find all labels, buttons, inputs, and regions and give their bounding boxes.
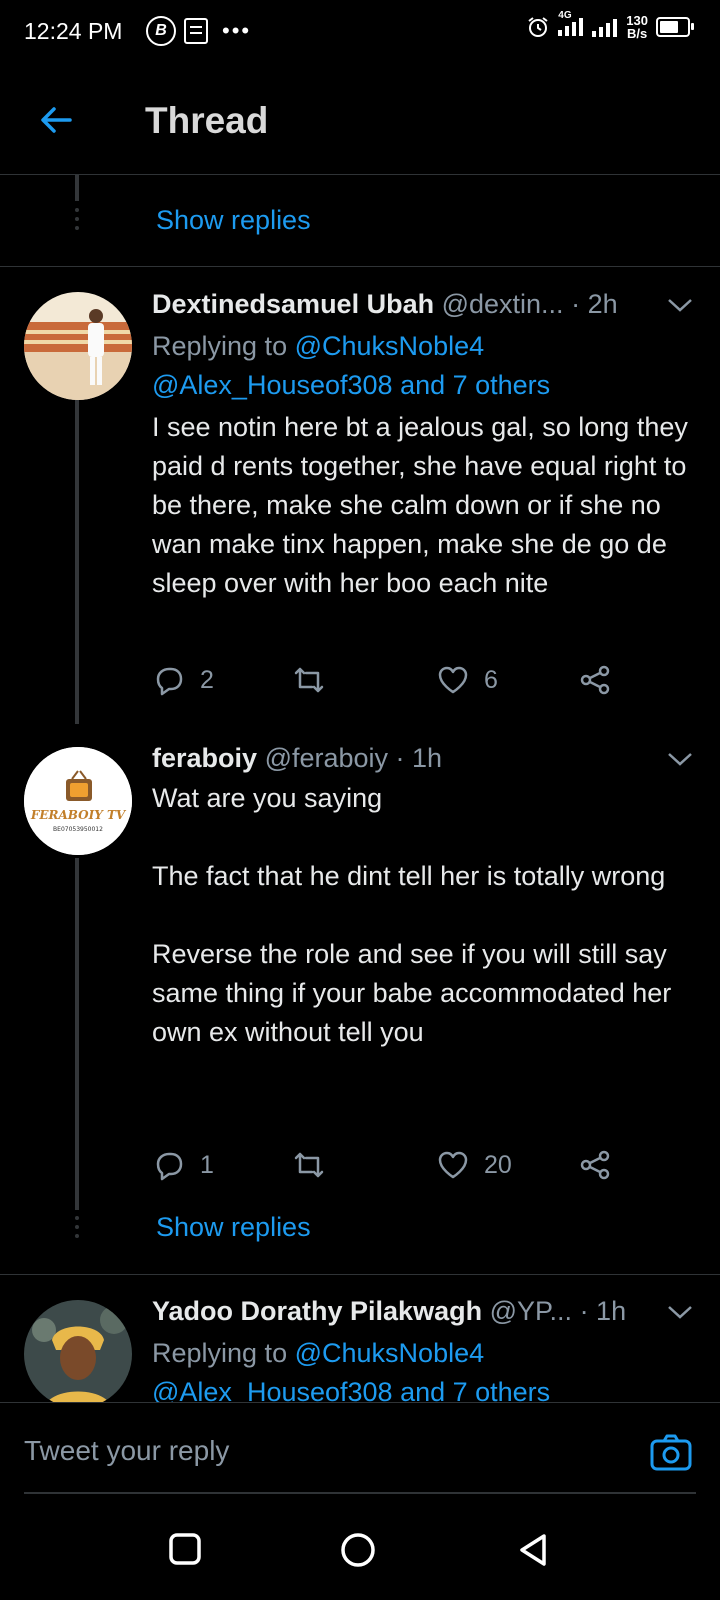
reply-button[interactable]: 2 [152,663,214,697]
news-icon [184,18,208,44]
like-count: 6 [484,665,498,694]
retweet-button[interactable] [292,663,340,697]
status-time: 12:24 PM [24,18,123,44]
show-replies-link[interactable]: Show replies [156,1212,311,1243]
more-notifications-icon: ••• [222,18,252,43]
status-notification-icons: B ••• [146,16,251,46]
network-type: 4G [558,9,572,21]
status-bar: 12:24 PM B ••• 4G 130 B/s [0,0,720,64]
reply-icon [156,1152,183,1181]
mention-link[interactable]: @ChuksNoble4 [295,331,485,361]
retweet-icon [294,667,324,693]
user-handle[interactable]: @dextin... [442,289,564,319]
thread-connector [75,175,79,201]
retweet-icon [294,1152,324,1178]
like-button[interactable]: 6 [436,663,498,697]
tweet-header: Yadoo Dorathy Pilakwagh @YP... · 1h [152,1296,626,1327]
replying-to: Replying to @ChuksNoble4 @Alex_Houseof30… [152,327,550,405]
tweet-header: Dextinedsamuel Ubah @dextin... · 2h [152,289,618,320]
share-button[interactable] [578,663,612,697]
avatar-brand-sub: BE07053950012 [53,826,103,833]
mention-link[interactable]: @Alex_Houseof308 and 7 others [152,1377,550,1402]
back-arrow-icon[interactable] [36,100,76,140]
tweet-actions: 1 20 [152,1148,622,1188]
display-name[interactable]: Yadoo Dorathy Pilakwagh [152,1296,482,1326]
divider [0,1274,720,1275]
heart-icon [438,666,468,694]
recent-apps-icon[interactable] [168,1532,202,1566]
reply-count: 1 [200,1150,214,1179]
page-title: Thread [145,100,269,141]
chevron-down-icon[interactable] [667,751,693,767]
battery-icon [656,17,694,37]
share-icon [580,665,610,695]
camera-icon[interactable] [650,1433,692,1471]
signal-4g-icon: 4G [558,10,584,39]
replying-prefix: Replying to [152,331,288,361]
app-b-icon: B [146,16,176,46]
home-icon[interactable] [340,1532,376,1568]
like-button[interactable]: 20 [436,1148,512,1182]
chevron-down-icon[interactable] [667,297,693,313]
back-triangle-icon[interactable] [516,1532,550,1568]
thread-connector [75,400,79,724]
show-replies-link[interactable]: Show replies [156,205,311,236]
heart-icon [438,1151,468,1179]
reply-icon [156,667,183,696]
alarm-icon [528,17,548,37]
status-right: 4G 130 B/s [526,10,694,40]
share-icon [580,1150,610,1180]
tweet-time[interactable]: · 1h [580,1296,627,1326]
mention-link[interactable]: @ChuksNoble4 [295,1338,485,1368]
share-button[interactable] [578,1148,612,1182]
user-handle[interactable]: @feraboiy [265,743,388,773]
reply-button[interactable]: 1 [152,1148,214,1182]
retweet-button[interactable] [292,1148,340,1182]
tweet-time[interactable]: · 2h [571,289,618,319]
avatar[interactable]: FERABOIY TV BE07053950012 [24,747,132,855]
mention-link[interactable]: @Alex_Houseof308 and 7 others [152,370,550,400]
user-handle[interactable]: @YP... [490,1296,572,1326]
signal-icon [592,19,618,37]
tweet-time[interactable]: · 1h [396,743,443,773]
replying-prefix: Replying to [152,1338,288,1368]
thread-connector [75,858,79,1210]
display-name[interactable]: Dextinedsamuel Ubah [152,289,434,319]
reply-bar: Tweet your reply [0,1402,720,1493]
reply-input[interactable]: Tweet your reply [24,1435,229,1467]
thread-dots [75,208,79,235]
avatar[interactable] [24,1300,132,1408]
tweet-text: I see notin here bt a jealous gal, so lo… [152,412,696,598]
avatar[interactable] [24,292,132,400]
net-speed-unit: B/s [627,26,648,41]
avatar-brand-text: FERABOIY TV [30,808,127,822]
like-count: 20 [484,1150,512,1179]
divider [0,266,720,267]
system-nav-bar [0,1494,720,1600]
tweet-text: Wat are you saying The fact that he dint… [152,783,672,1047]
replying-to: Replying to @ChuksNoble4 @Alex_Houseof30… [152,1334,550,1402]
reply-count: 2 [200,665,214,694]
thread-header: Thread [0,64,720,175]
tweet-header: feraboiy @feraboiy · 1h [152,743,442,774]
thread-dots [75,1216,79,1243]
chevron-down-icon[interactable] [667,1304,693,1320]
net-speed: 130 B/s [626,14,648,40]
display-name[interactable]: feraboiy [152,743,257,773]
tweet-actions: 2 6 [152,663,622,703]
